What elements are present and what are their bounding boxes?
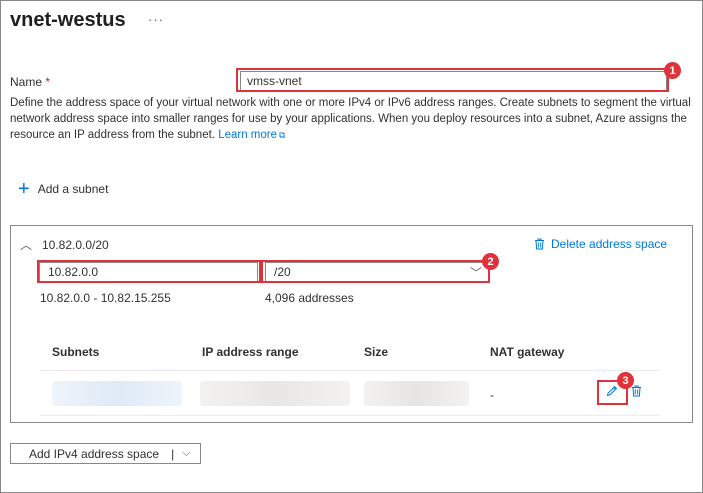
column-header-ip-range: IP address range xyxy=(202,345,299,359)
trash-icon xyxy=(631,385,642,397)
add-subnet-button[interactable]: + Add a subnet xyxy=(18,178,109,200)
chevron-up-icon[interactable]: ︿ xyxy=(20,236,32,253)
column-header-subnets: Subnets xyxy=(52,345,100,359)
highlight-box-2b xyxy=(261,260,490,283)
column-header-size: Size xyxy=(364,345,389,359)
redacted-ip-range xyxy=(200,381,350,406)
annotation-badge-2: 2 xyxy=(482,253,499,270)
more-options-icon[interactable]: ··· xyxy=(148,12,164,27)
nat-gateway-value: - xyxy=(490,388,494,402)
plus-icon: + xyxy=(18,178,30,200)
delete-subnet-button[interactable] xyxy=(631,385,642,397)
address-count-text: 4,096 addresses xyxy=(265,291,354,305)
delete-address-space-label: Delete address space xyxy=(551,237,668,251)
description-text: Define the address space of your virtual… xyxy=(10,97,691,141)
redacted-subnet-name[interactable] xyxy=(52,381,182,406)
annotation-badge-3: 3 xyxy=(617,372,634,389)
delete-address-space-button[interactable]: Delete address space xyxy=(534,237,667,251)
required-marker: * xyxy=(45,75,51,89)
page-title: vnet-westus xyxy=(10,9,126,31)
address-range-text: 10.82.0.0 - 10.82.15.255 xyxy=(40,291,171,305)
add-ipv4-label: Add IPv4 address space xyxy=(29,446,160,461)
table-header-divider xyxy=(40,370,660,371)
external-link-icon: ⧉ xyxy=(279,130,286,140)
split-separator: | xyxy=(171,446,175,461)
annotation-badge-1: 1 xyxy=(664,62,681,79)
highlight-box-1 xyxy=(236,68,669,92)
column-header-nat-gateway: NAT gateway xyxy=(490,345,565,359)
redacted-size xyxy=(364,381,469,406)
add-ipv4-address-space-button[interactable]: Add IPv4 address space | ⌵ xyxy=(10,443,201,464)
trash-icon xyxy=(534,238,545,250)
learn-more-link[interactable]: Learn more ⧉ xyxy=(218,129,285,141)
address-space-label: 10.82.0.0/20 xyxy=(42,238,109,252)
highlight-box-2a xyxy=(37,260,261,283)
table-row-divider xyxy=(40,415,660,416)
name-label: Name * xyxy=(10,75,51,89)
add-subnet-label: Add a subnet xyxy=(37,182,109,196)
chevron-down-icon[interactable]: ⌵ xyxy=(182,447,190,460)
